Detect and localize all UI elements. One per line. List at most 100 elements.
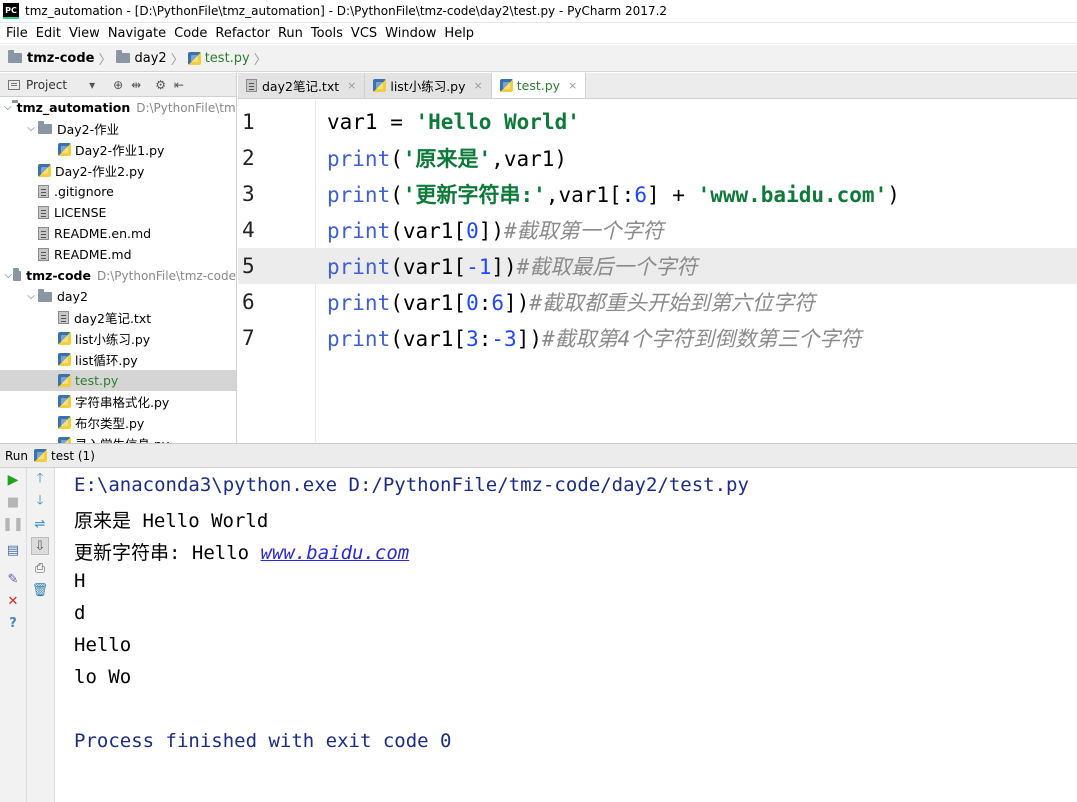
project-tree-item[interactable]: 字符串格式化.py (0, 391, 236, 412)
code-line[interactable]: 1 var1 = 'Hello World' (238, 104, 1077, 140)
chevron-right-icon: 〉 (98, 52, 112, 68)
menu-code[interactable]: Code (170, 26, 211, 41)
line-number: 4 (242, 218, 255, 242)
layout-icon[interactable]: ▤ (4, 541, 22, 559)
project-tree-item[interactable]: ⌵ tmz_automation D:\PythonFile\tmz_automat… (0, 97, 236, 118)
run-toolbar: ▶ ■ ❚❚ ▤ ✎ ✕ ? (0, 468, 27, 802)
code-token: #截取都重头开始到第六位字符 (529, 291, 815, 315)
chevron-down-icon[interactable]: ⌵ (24, 291, 38, 302)
chevron-down-icon[interactable]: ⌵ (24, 123, 38, 134)
stop-icon[interactable]: ■ (4, 493, 22, 511)
close-tab-icon[interactable]: × (568, 79, 577, 92)
menu-window[interactable]: Window (381, 26, 440, 41)
folder-icon (12, 267, 22, 281)
scroll-from-source-icon[interactable]: ⊕ (113, 78, 123, 92)
project-tree-item[interactable]: README.en.md (0, 223, 236, 244)
editor-tab[interactable]: test.py × (491, 73, 587, 98)
tree-item-path: D:\PythonFile\tmz_automation (136, 100, 236, 115)
menu-refactor[interactable]: Refactor (211, 26, 274, 41)
project-panel-header: Project ▾ ⊕ ⇹ ⚙ ⇤ (0, 73, 236, 97)
project-tree-item[interactable]: ⌵ Day2-作业 (0, 118, 236, 139)
tree-item-label: day2笔记.txt (74, 311, 152, 326)
code-token: : (478, 327, 492, 351)
project-tree-item[interactable]: Day2-作业1.py (0, 139, 236, 160)
menu-edit[interactable]: Edit (32, 26, 65, 41)
breadcrumb-item-test-py[interactable]: test.py 〉 (187, 49, 267, 68)
line-number: 5 (242, 254, 255, 278)
code-token: ]) (478, 219, 505, 243)
code-line[interactable]: 2 print('原来是',var1) (238, 140, 1077, 176)
code-token: 'www.baidu.com' (697, 183, 888, 207)
menu-navigate[interactable]: Navigate (104, 26, 170, 41)
code-token: ( (390, 183, 403, 207)
code-editor[interactable]: 1 var1 = 'Hello World' 2 print('原来是',var1) 3… (238, 100, 1077, 442)
project-tree-item[interactable]: .gitignore (0, 181, 236, 202)
project-tree-item[interactable]: ⌵ day2 (0, 286, 236, 307)
breadcrumb-item-day2[interactable]: day2 〉 (115, 49, 184, 68)
help-icon[interactable]: ? (4, 614, 22, 632)
trash-icon[interactable]: 🗑 (31, 581, 49, 599)
code-token: ] + (646, 183, 698, 207)
code-line[interactable]: 3 print('更新字符串:',var1[:6] + 'www.baidu.co… (238, 176, 1077, 212)
close-tab-icon[interactable]: × (474, 79, 483, 92)
scroll-to-end-icon[interactable]: ⇩ (31, 537, 49, 555)
menu-view[interactable]: View (65, 26, 104, 41)
close-tab-icon[interactable]: × (347, 79, 356, 92)
text-file-icon (58, 311, 69, 324)
code-token: print (327, 255, 391, 279)
menu-run[interactable]: Run (274, 26, 307, 41)
gear-icon[interactable]: ⚙ (155, 78, 166, 92)
close-icon[interactable]: ✕ (4, 592, 22, 610)
console-text: d (74, 602, 86, 624)
project-tree-item[interactable]: README.md (0, 244, 236, 265)
menu-tools[interactable]: Tools (307, 26, 347, 41)
menu-file[interactable]: File (2, 26, 32, 41)
project-tree-item[interactable]: 布尔类型.py (0, 412, 236, 433)
arrow-down-icon[interactable]: 🡓 (31, 493, 49, 511)
project-tree-item[interactable]: list小练习.py (0, 328, 236, 349)
menu-vcs[interactable]: VCS (347, 26, 381, 41)
code-line[interactable]: 6 print(var1[0:6])#截取都重头开始到第六位字符 (238, 284, 1077, 320)
chevron-down-icon[interactable]: ⌵ (4, 270, 13, 281)
code-token: print (327, 327, 391, 351)
hide-panel-icon[interactable]: ⇤ (174, 78, 184, 92)
editor-tab[interactable]: day2笔记.txt × (238, 73, 366, 98)
pause-icon[interactable]: ❚❚ (2, 515, 24, 533)
code-line[interactable]: 4 print(var1[0])#截取第一个字符 (238, 212, 1077, 248)
code-line[interactable]: 7 print(var1[3:-3])#截取第4个字符到倒数第三个字符 (238, 320, 1077, 356)
project-tree-item[interactable]: 录入学生信息.py (0, 433, 236, 443)
console-line: H (74, 570, 85, 592)
code-token: print (327, 219, 391, 243)
editor-tab[interactable]: list小练习.py × (365, 73, 492, 98)
soft-wrap-icon[interactable]: ⇌ (31, 515, 49, 533)
code-line[interactable]: 5 print(var1[-1])#截取最后一个字符 (238, 248, 1077, 284)
project-tree-item[interactable]: test.py (0, 370, 236, 391)
project-view-selector[interactable]: Project (26, 78, 67, 92)
chevron-down-icon[interactable]: ⌵ (4, 102, 12, 113)
tree-item-label: README.md (54, 247, 132, 262)
tree-item-label: Day2-作业 (57, 122, 120, 137)
project-tree-item[interactable]: Day2-作业2.py (0, 160, 236, 181)
dropdown-arrow-icon[interactable]: ▾ (89, 78, 95, 92)
run-console-output[interactable]: E:\anaconda3\python.exe D:/PythonFile/tm… (56, 468, 1077, 802)
project-tree-item[interactable]: ⌵ tmz-code D:\PythonFile\tmz-code (0, 265, 236, 286)
line-number: 3 (242, 182, 255, 206)
console-link[interactable]: www.baidu.com (261, 542, 410, 564)
line-number: 6 (242, 290, 255, 314)
rerun-icon[interactable]: ▶ (4, 471, 22, 489)
run-tab-test[interactable]: test (1) (34, 449, 95, 463)
collapse-all-icon[interactable]: ⇹ (131, 78, 141, 92)
breadcrumb-item-tmz-code[interactable]: tmz-code 〉 (8, 49, 112, 68)
code-token: ]) (491, 255, 517, 279)
arrow-up-icon[interactable]: 🡑 (31, 471, 49, 489)
editor-tab-label: day2笔记.txt (262, 79, 340, 94)
tree-item-label: day2 (57, 289, 88, 304)
project-tree-item[interactable]: day2笔记.txt (0, 307, 236, 328)
project-tree-item[interactable]: list循环.py (0, 349, 236, 370)
folder-icon (38, 288, 52, 302)
pin-icon[interactable]: ✎ (4, 570, 22, 588)
project-tree-item[interactable]: LICENSE (0, 202, 236, 223)
menu-help[interactable]: Help (440, 26, 478, 41)
project-tree: ⌵ tmz_automation D:\PythonFile\tmz_automat… (0, 97, 236, 443)
print-icon[interactable]: ⎙ (31, 559, 49, 577)
